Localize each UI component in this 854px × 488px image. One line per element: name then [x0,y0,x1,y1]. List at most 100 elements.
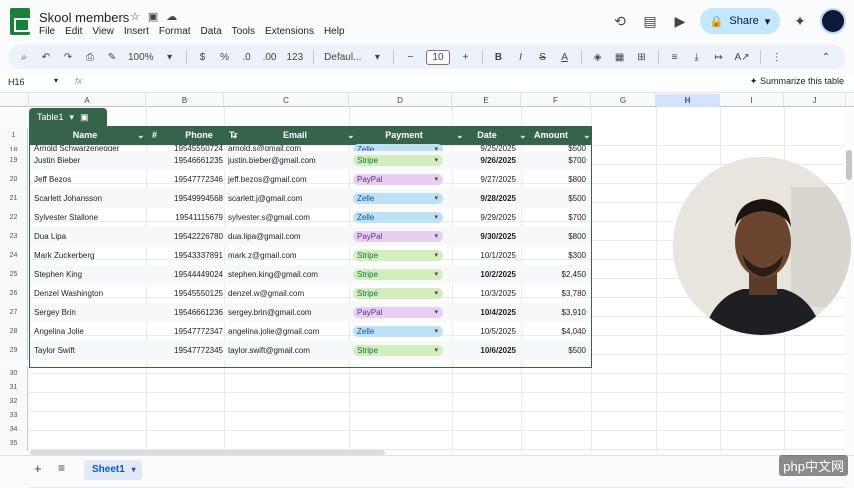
chevron-down-icon[interactable]: ▾ [54,76,58,85]
cell-amount[interactable]: $500 [523,341,586,360]
row-header-21[interactable]: 21 [0,189,28,208]
column-header-i[interactable]: I [720,94,784,107]
menu-item-view[interactable]: View [92,26,114,37]
cell-phone[interactable]: 19544449024 [153,265,223,284]
column-header-e[interactable]: E [452,94,521,107]
cell-name[interactable]: Taylor Swift [34,341,146,360]
cell-phone[interactable]: 19546661236 [153,303,223,322]
borders-icon[interactable]: ▦ [614,48,626,66]
cell-date[interactable]: 10/1/2025 [449,246,516,265]
cell-date[interactable]: 9/28/2025 [449,189,516,208]
payment-chip[interactable]: Zelle [353,212,443,223]
cell-date[interactable]: 10/6/2025 [449,341,516,360]
chevron-down-icon[interactable]: ⌄ [583,126,591,145]
cell-email[interactable]: mark.z@gmail.com [228,246,348,265]
payment-chip[interactable]: PayPal [353,174,443,185]
text-color-icon[interactable]: A [559,48,571,66]
chevron-down-icon[interactable]: ▾ [765,15,771,28]
add-sheet-icon[interactable]: + [34,461,42,476]
row-header-26[interactable]: 26 [0,284,28,303]
increase-font-icon[interactable]: + [460,48,472,66]
cell-phone[interactable]: 19541115679 [153,208,223,227]
avatar[interactable] [820,8,846,34]
sheets-logo-icon[interactable] [10,8,30,35]
row-header-35[interactable]: 35 [0,437,28,451]
cell-amount[interactable]: $300 [523,246,586,265]
number-format-button[interactable]: 123 [286,48,303,66]
move-folder-icon[interactable]: ▣ [148,10,158,23]
cell-name[interactable]: Scarlett Johansson [34,189,146,208]
table-row[interactable]: Sylvester Stallone 19541115679 sylvester.s… [29,208,591,227]
cell-amount[interactable]: $800 [523,227,586,246]
payment-chip[interactable]: Stripe [353,345,443,356]
cell-email[interactable]: sergey.brin@gmail.com [228,303,348,322]
cell-date[interactable]: 9/30/2025 [449,227,516,246]
payment-chip[interactable]: PayPal [353,307,443,318]
cell-phone[interactable]: 19546661235 [153,151,223,170]
cell-name[interactable]: Denzel Washington [34,284,146,303]
row-header-22[interactable]: 22 [0,208,28,227]
chevron-down-icon[interactable]: ▾ [371,48,383,66]
payment-chip[interactable]: PayPal [353,231,443,242]
row-header-28[interactable]: 28 [0,322,28,341]
table-header-tr[interactable]: Tr [229,126,243,145]
cell-name[interactable]: Angelina Jolie [34,322,146,341]
all-sheets-icon[interactable]: ≡ [58,461,65,475]
decrease-decimal-icon[interactable]: .0 [241,48,253,66]
gemini-icon[interactable]: ✦ [790,11,810,31]
row-header-23[interactable]: 23 [0,227,28,246]
decrease-font-icon[interactable]: − [404,48,416,66]
chevron-down-icon[interactable]: ⌄ [137,126,145,145]
bold-icon[interactable]: B [493,48,505,66]
cell-amount[interactable]: $700 [523,151,586,170]
column-header-d[interactable]: D [349,94,452,107]
payment-chip[interactable]: Zelle [353,326,443,337]
cell-email[interactable]: jeff.bezos@gmail.com [228,170,348,189]
table-row[interactable]: Taylor Swift 19547772345 taylor.swift@gmai… [29,341,591,360]
cell-name[interactable]: Jeff Bezos [34,170,146,189]
cell-email[interactable]: stephen.king@gmail.com [228,265,348,284]
text-wrap-icon[interactable]: ↦ [713,48,725,66]
payment-chip[interactable]: Stripe [353,269,443,280]
print-icon[interactable]: ⎙ [84,48,96,66]
chevron-down-icon[interactable]: ▾ [70,112,75,123]
sheet-tab-sheet1[interactable]: Sheet1 ▾ [84,460,142,480]
cell-email[interactable]: taylor.swift@gmail.com [228,341,348,360]
cell-amount[interactable]: $3,780 [523,284,586,303]
column-header-j[interactable]: J [784,94,846,107]
name-box[interactable]: H16 [8,77,25,87]
row-header-30[interactable]: 30 [0,367,28,381]
cell-phone[interactable]: 19549994568 [153,189,223,208]
cell-name[interactable]: Justin Bieber [34,151,146,170]
cell-phone[interactable]: 19543337891 [153,246,223,265]
more-options-icon[interactable]: ⋮ [771,48,783,66]
table-header-number[interactable]: # [152,126,164,145]
cell-phone[interactable]: 19547772345 [153,341,223,360]
vertical-scrollbar[interactable] [846,150,852,180]
currency-format-button[interactable]: $ [197,48,209,66]
table-header-name[interactable]: Name [35,126,135,145]
undo-icon[interactable]: ↶ [40,48,52,66]
merge-cells-icon[interactable]: ⊞ [636,48,648,66]
cloud-status-icon[interactable]: ☁ [166,10,177,23]
menu-item-format[interactable]: Format [159,26,191,37]
menu-item-extensions[interactable]: Extensions [265,26,314,37]
cell-name[interactable]: Sergey Brin [34,303,146,322]
cell-name[interactable]: Dua Lipa [34,227,146,246]
text-rotation-icon[interactable]: A↗ [735,48,750,66]
table-row[interactable]: Sergey Brin 19546661236 sergey.brin@gmail.… [29,303,591,322]
row-header-32[interactable]: 32 [0,395,28,409]
column-header-a[interactable]: A [29,94,146,107]
vertical-align-icon[interactable]: ⤓ [691,48,703,66]
table-name-tab[interactable]: Table1 ▾ ▣ [29,108,107,126]
menu-item-data[interactable]: Data [201,26,222,37]
cell-amount[interactable]: $2,450 [523,265,586,284]
redo-icon[interactable]: ↷ [62,48,74,66]
cell-date[interactable]: 9/27/2025 [449,170,516,189]
share-button[interactable]: 🔒 Share ▾ [700,8,780,34]
table-header-date[interactable]: Date [457,126,517,145]
column-header-b[interactable]: B [146,94,224,107]
strikethrough-icon[interactable]: S [537,48,549,66]
cell-email[interactable]: justin.bieber@gmail.com [228,151,348,170]
table-row[interactable]: Stephen King 19544449024 stephen.king@gmai… [29,265,591,284]
